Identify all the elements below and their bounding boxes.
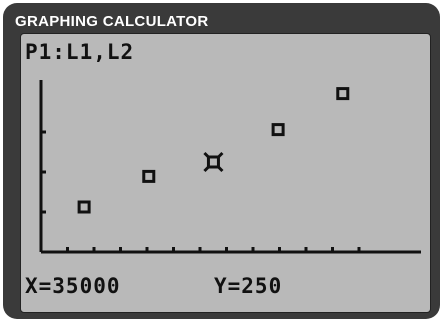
scatter-point [336, 87, 350, 101]
header-title: GRAPHING CALCULATOR [15, 13, 209, 30]
scatter-point [142, 169, 156, 183]
scatter-point [77, 200, 91, 214]
trace-cursor [203, 164, 211, 173]
scatter-plot-area [39, 80, 421, 254]
calculator-screen: P1:L1,L2 X=35000 Y=250 [20, 33, 431, 313]
plot-marks [77, 87, 350, 214]
trace-cursor [216, 151, 224, 160]
trace-cursor [216, 164, 224, 173]
scatter-point [271, 123, 285, 137]
calculator-frame: GRAPHING CALCULATOR P1:L1,L2 X=35000 Y=2… [3, 3, 440, 319]
scatter-point [206, 155, 220, 169]
trace-y-readout: Y=250 [214, 274, 283, 298]
trace-x-readout: X=35000 [25, 274, 121, 298]
trace-cursor [203, 151, 211, 160]
plot-axes [39, 80, 421, 254]
